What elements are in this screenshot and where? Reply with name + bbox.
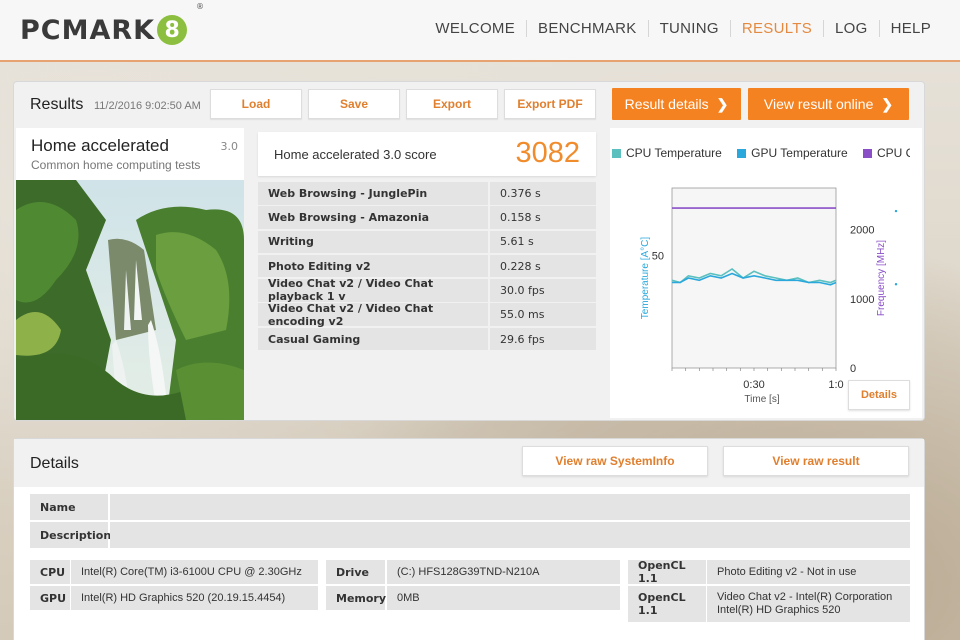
score-value: 3082 (515, 137, 580, 169)
view-raw-systeminfo-button[interactable]: View raw SystemInfo (522, 446, 708, 476)
table-row: Web Browsing - JunglePin 0.376 s (258, 182, 596, 205)
table-row: Photo Editing v2 0.228 s (258, 254, 596, 278)
nav-tuning[interactable]: TUNING (647, 20, 730, 37)
y-right-tick-label: 1000 (850, 294, 874, 306)
x-axis-label: Time [s] (744, 394, 779, 405)
x-tick-label: 0:30 (743, 379, 764, 391)
subtest-table: Web Browsing - JunglePin 0.376 s Web Brow… (258, 182, 596, 352)
opencl-value-2: Video Chat v2 - Intel(R) Corporation Int… (707, 586, 910, 622)
result-details-button[interactable]: Result details ❯ (612, 88, 741, 120)
score-label: Home accelerated 3.0 score (274, 147, 437, 162)
opencl-key-1: OpenCL 1.1 (628, 559, 706, 585)
chevron-right-icon: ❯ (716, 95, 729, 112)
memory-key: Memory (326, 586, 386, 610)
chart-svg: 50 2000 1000 0 0:30 1:0 Time [s] Temperature [A… (640, 187, 898, 405)
description-row: Description (30, 522, 910, 548)
results-header: Results 11/2/2016 9:02:50 AM Load Save E… (14, 82, 924, 126)
subtest-name: Casual Gaming (258, 327, 488, 351)
score-area: Home accelerated 3.0 score 3082 Web Brow… (258, 132, 596, 356)
opencl-value-2-line1: Video Chat v2 - Intel(R) Corporation (717, 591, 893, 603)
main-nav: WELCOME BENCHMARK TUNING RESULTS LOG HEL… (424, 20, 942, 37)
score-box: Home accelerated 3.0 score 3082 (258, 132, 596, 176)
subtest-name: Video Chat v2 / Video Chat playback 1 v (258, 277, 488, 303)
y-left-axis-label: Temperature [A°C] (640, 237, 651, 320)
y-right-tick-label: 0 (850, 363, 856, 375)
chart-details-button[interactable]: Details (848, 380, 910, 410)
name-row: Name (30, 494, 910, 520)
monitoring-chart: CPU Temperature GPU Temperature CPU Cl 5… (610, 128, 922, 418)
results-panel: Results 11/2/2016 9:02:50 AM Load Save E… (14, 82, 924, 420)
description-value (110, 522, 910, 548)
subtest-value: 0.376 s (490, 182, 596, 205)
results-title: Results (30, 96, 84, 113)
view-raw-result-button[interactable]: View raw result (723, 446, 909, 476)
result-details-label: Result details (624, 96, 709, 112)
subtest-name: Video Chat v2 / Video Chat encoding v2 (258, 302, 488, 328)
chevron-right-icon: ❯ (881, 95, 894, 112)
drive-key: Drive (326, 560, 385, 584)
test-description: Common home computing tests (31, 158, 201, 172)
cpu-key: CPU (30, 560, 70, 584)
export-button[interactable]: Export (406, 89, 498, 119)
nav-benchmark[interactable]: BENCHMARK (526, 20, 648, 37)
nav-log[interactable]: LOG (823, 20, 879, 37)
view-result-online-button[interactable]: View result online ❯ (748, 88, 909, 120)
subtest-name: Photo Editing v2 (258, 254, 488, 278)
load-button[interactable]: Load (210, 89, 302, 119)
opencl-value-1: Photo Editing v2 - Not in use (707, 560, 910, 584)
opencl-key-2: OpenCL 1.1 (628, 586, 706, 622)
edge-marker (894, 283, 898, 286)
nav-help[interactable]: HELP (878, 20, 942, 37)
name-key: Name (30, 494, 108, 520)
edge-marker (894, 209, 898, 213)
table-row: Video Chat v2 / Video Chat playback 1 v3… (258, 277, 596, 303)
results-date: 11/2/2016 9:02:50 AM (94, 100, 201, 112)
test-name: Home accelerated (31, 136, 169, 155)
details-header: Details View raw SystemInfo View raw res… (14, 439, 924, 487)
logo-badge: 8 (157, 15, 188, 45)
details-title: Details (30, 455, 79, 472)
export-pdf-button[interactable]: Export PDF (504, 89, 596, 119)
nav-results[interactable]: RESULTS (729, 20, 823, 37)
x-tick-label: 1:0 (828, 379, 843, 391)
subtest-name: Writing (258, 230, 488, 254)
pcmark-logo: PCMARK 8 (20, 12, 188, 48)
gpu-value: Intel(R) HD Graphics 520 (20.19.15.4454) (71, 586, 318, 610)
table-row: Video Chat v2 / Video Chat encoding v2 55… (258, 302, 596, 328)
drive-value: (C:) HFS128G39TND-N210A (387, 560, 620, 584)
cpu-value: Intel(R) Core(TM) i3-6100U CPU @ 2.30GHz (71, 560, 318, 584)
subtest-value: 5.61 s (490, 230, 596, 254)
waterfall-image (16, 180, 244, 420)
subtest-name: Web Browsing - JunglePin (258, 182, 488, 205)
view-online-label: View result online (763, 96, 874, 112)
memory-value: 0MB (387, 586, 620, 610)
logo-registered-mark: ® (196, 2, 204, 11)
name-value (110, 494, 910, 520)
y-left-tick-label: 50 (652, 251, 664, 263)
details-panel: Details View raw SystemInfo View raw res… (14, 439, 924, 640)
logo-text: PCMARK (20, 14, 156, 46)
test-card: Home accelerated 3.0 Common home computi… (16, 128, 244, 420)
subtest-value: 0.228 s (490, 254, 596, 278)
test-version: 3.0 (220, 140, 239, 153)
table-row: Writing 5.61 s (258, 230, 596, 254)
nav-welcome[interactable]: WELCOME (424, 20, 526, 37)
subtest-value: 29.6 fps (490, 327, 596, 351)
y-right-axis-label: Frequency [MHz] (876, 240, 887, 316)
gpu-key: GPU (30, 586, 70, 610)
table-row: Web Browsing - Amazonia 0.158 s (258, 206, 596, 229)
subtest-name: Web Browsing - Amazonia (258, 206, 488, 229)
subtest-value: 0.158 s (490, 206, 596, 229)
top-bar: PCMARK 8 ® WELCOME BENCHMARK TUNING RESU… (0, 0, 960, 62)
save-button[interactable]: Save (308, 89, 400, 119)
table-row: Casual Gaming 29.6 fps (258, 327, 596, 351)
subtest-value: 30.0 fps (490, 279, 596, 302)
opencl-value-2-line2: Intel(R) HD Graphics 520 (717, 604, 841, 616)
description-key: Description (30, 522, 111, 548)
y-right-tick-label: 2000 (850, 225, 874, 237)
subtest-value: 55.0 ms (490, 303, 596, 326)
